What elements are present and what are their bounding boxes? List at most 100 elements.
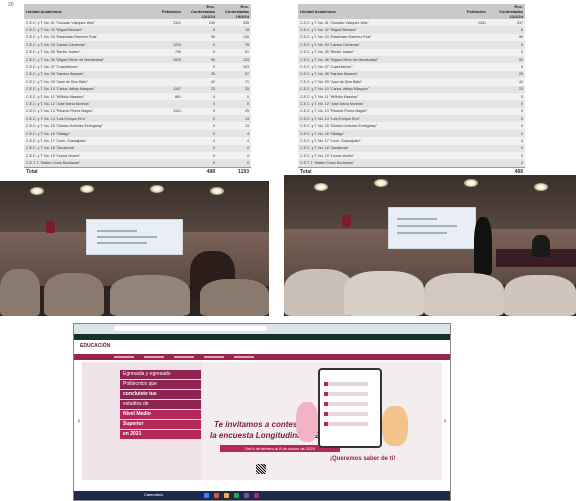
table-cell: 96 [488,33,525,42]
table-cell [149,129,183,138]
table-cell [448,137,488,145]
table-cell: 96 [183,33,217,42]
table-cell: 0 [183,122,217,130]
table-row: C.E.C. y T. No. 13 "Ricardo Flores Magón… [24,107,251,116]
table-cell [448,129,488,138]
table-cell [448,55,488,64]
table-row: C.E.C. y T. No. 12 "José María Morelos" 0… [24,100,251,108]
table-cell [448,159,488,168]
table-cell: 13 [217,122,251,130]
table-cell: C.E.C. y T. No. 17 "León, Guanajuato" [298,137,448,145]
app-icon[interactable] [214,493,219,498]
table-row: C.E.C. y T. No. 16 "Hidalgo" 0 4 [24,129,251,138]
banner-line: Egresada y egresado [120,370,201,379]
table-cell [448,85,488,93]
site-nav [74,354,450,360]
table-cell: C.E.C. y T. No. 14 "Luis Enrique Erro" [24,115,149,123]
table-cell: 4 [217,137,251,145]
sep-logo[interactable]: EDUCACIÓN [80,343,110,349]
table-cell: C.E.C. y T. No. 03 "Estanislao Ramírez R… [298,33,448,42]
page-number: 20 [8,2,14,8]
table-row: C.E.T. 1 "Walter Cross Buchanan" 0 0 [24,159,251,168]
table-cell: 0 [488,152,525,160]
table-cell: C.E.C. y T. No. 01 "Gonzalo Vázquez Vela… [24,19,149,27]
column-header: Unidad Académica [298,4,448,19]
table-cell: C.E.C. y T. No. 02 "Miguel Bernard" [298,26,448,34]
table-row: C.E.C. y T. No. 07 "Cuauhtémoc" 0 103 [24,63,251,71]
table-cell [149,137,183,145]
survey-banner[interactable]: Egresada y egresado Politécnico que conc… [82,362,442,480]
table-cell: 1029 [149,55,183,64]
table-cell: C.E.T. 1 "Walter Cross Buchanan" [298,159,448,168]
table-cell: 25 [217,85,251,93]
app-icon[interactable] [224,493,229,498]
table-cell [448,152,488,160]
table-row: C.E.C. y T. No. 09 "Juan de Dios Bátiz" 4… [298,78,525,86]
table-cell: 29 [217,107,251,116]
table-cell: 0 [183,159,217,168]
table-row: C.E.C. y T. No. 09 "Juan de Dios Bátiz" 4… [24,78,251,86]
table-cell: 0 [183,63,217,71]
banner-line: Superior [120,420,201,429]
table-cell [448,122,488,130]
table-cell: 71 [217,78,251,86]
table-row: C.E.C. y T. No. 17 "León, Guanajuato" 4 [298,137,525,145]
table-cell: 0 [183,48,217,56]
banner-line: Politécnico que [120,380,201,389]
table-cell: C.E.C. y T. No. 04 "Lázaro Cárdenas" [298,41,448,49]
table-cell: C.E.C. y T. No. 02 "Miguel Bernard" [24,26,149,34]
survey-table-left: Unidad Académica Población Enc. Contestada… [24,4,251,177]
table-cell [149,152,183,160]
taskbar-calendar[interactable]: Calendario [144,492,163,497]
browser-chrome [74,324,450,334]
qr-code [256,464,266,474]
table-cell [149,100,183,108]
table-row: C.E.C. y T. No. 15 "Diódoro Antúnez Eche… [24,122,251,130]
projection-screen [86,219,183,255]
table-row: C.E.C. y T. No. 05 "Benito Juárez" 795 0 51 [24,48,251,56]
presenter [474,217,492,275]
table-cell [448,78,488,86]
app-icon[interactable] [254,493,259,498]
table-cell: 0 [217,92,251,101]
table-cell [149,26,183,34]
table-cell: 0 [183,144,217,153]
table-cell: C.E.C. y T. No. 09 "Juan de Dios Bátiz" [298,78,448,86]
table-cell [149,115,183,123]
table-row: C.E.C. y T. No. 06 "Miguel Othón de Mend… [298,55,525,64]
table-cell: 0 [488,48,525,56]
survey-table-right: Unidad Académica Población Enc. Contestada… [298,4,525,177]
table-cell: C.E.C. y T. No. 16 "Hidalgo" [24,129,149,138]
table-row: C.E.C. y T. No. 10 "Carlos Vallejo Márqu… [298,85,525,93]
table-cell: C.E.C. y T. No. 04 "Lázaro Cárdenas" [24,41,149,49]
table-cell: 0 [183,107,217,116]
table-cell [448,41,488,49]
table-cell: C.E.C. y T. No. 15 "Diódoro Antúnez Eche… [24,122,149,130]
app-icon[interactable] [244,493,249,498]
app-icon[interactable] [204,493,209,498]
table-cell: 18 [217,26,251,34]
table-cell: C.E.C. y T. No. 16 "Hidalgo" [298,129,448,138]
table-cell [448,144,488,153]
table-cell [448,92,488,101]
banner-line: concluiste tus [120,390,201,399]
table-cell: 861 [149,92,183,101]
table-cell: C.E.C. y T. No. 19 "Leona Vicario" [24,152,149,160]
app-icon[interactable] [234,493,239,498]
table-row: C.E.C. y T. No. 10 "Carlos Vallejo Márqu… [24,85,251,93]
table-cell: 0 [217,100,251,108]
table-cell: C.E.C. y T. No. 10 "Carlos Vallejo Márqu… [24,85,149,93]
event-photo-right [284,175,576,316]
table-cell: 0 [183,92,217,101]
table-cell: 0 [488,63,525,71]
table-row: C.E.C. y T. No. 03 "Estanislao Ramírez R… [298,33,525,42]
table-cell: 90 [183,55,217,64]
table-row: C.E.C. y T. No. 14 "Luis Enrique Erro" 0 [298,115,525,123]
table-cell: C.E.C. y T. No. 05 "Benito Juárez" [298,48,448,56]
table-cell: 25 [488,70,525,79]
table-cell [149,78,183,86]
table-cell: 0 [488,159,525,168]
table-cell [448,107,488,116]
carousel-next-arrow[interactable]: › [441,416,449,426]
address-bar[interactable] [114,326,267,331]
